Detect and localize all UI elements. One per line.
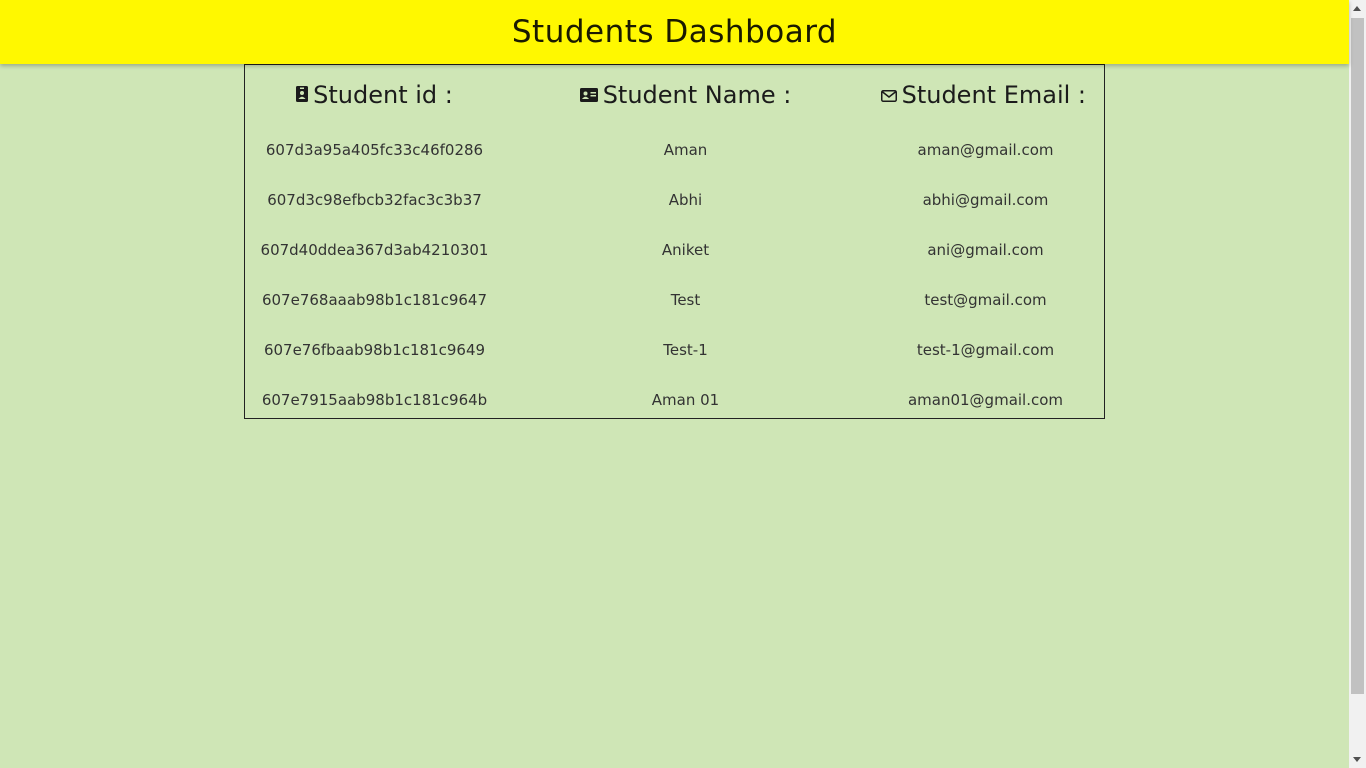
student-id-cell: 607e7915aab98b1c181c964b	[261, 391, 488, 409]
student-email-cell: abhi@gmail.com	[922, 191, 1049, 209]
table-row: 607d3a95a405fc33c46f0286 Aman aman@gmail…	[245, 125, 1104, 175]
page: Students Dashboard Student id : Student …	[0, 0, 1349, 768]
student-email-cell: aman@gmail.com	[917, 141, 1054, 159]
student-email-cell: ani@gmail.com	[927, 241, 1044, 259]
scroll-up-arrow-icon[interactable]	[1353, 6, 1361, 11]
student-id-cell: 607d40ddea367d3ab4210301	[260, 241, 489, 259]
column-header-label: Student id :	[313, 80, 453, 109]
student-name-cell: Abhi	[668, 191, 703, 209]
id-badge-icon	[296, 80, 309, 108]
table-row: 607d40ddea367d3ab4210301 Aniket ani@gmai…	[245, 225, 1104, 275]
students-table-container: Student id : Student Name : Student Emai…	[244, 64, 1105, 419]
vertical-scrollbar[interactable]	[1349, 0, 1366, 768]
student-name-cell: Test	[670, 291, 701, 309]
scroll-down-arrow-icon[interactable]	[1353, 757, 1361, 762]
student-name-cell: Test-1	[663, 341, 708, 359]
column-header-student-email: Student Email :	[867, 65, 1104, 125]
student-name-cell: Aman 01	[651, 391, 720, 409]
student-id-cell: 607e76fbaab98b1c181c9649	[263, 341, 486, 359]
column-header-student-name: Student Name :	[504, 65, 867, 125]
table-header-row: Student id : Student Name : Student Emai…	[245, 65, 1104, 125]
table-row: 607e7915aab98b1c181c964b Aman 01 aman01@…	[245, 375, 1104, 425]
table-row: 607e76fbaab98b1c181c9649 Test-1 test-1@g…	[245, 325, 1104, 375]
student-name-cell: Aniket	[661, 241, 710, 259]
student-id-cell: 607d3a95a405fc33c46f0286	[265, 141, 484, 159]
student-email-cell: test@gmail.com	[924, 291, 1047, 309]
student-id-cell: 607e768aaab98b1c181c9647	[261, 291, 488, 309]
column-header-label: Student Email :	[901, 80, 1086, 109]
page-title: Students Dashboard	[511, 14, 838, 50]
student-name-cell: Aman	[663, 141, 708, 159]
column-header-label: Student Name :	[602, 80, 792, 109]
students-table: Student id : Student Name : Student Emai…	[245, 65, 1104, 425]
table-row: 607d3c98efbcb32fac3c3b37 Abhi abhi@gmail…	[245, 175, 1104, 225]
student-email-cell: test-1@gmail.com	[916, 341, 1055, 359]
student-email-cell: aman01@gmail.com	[907, 391, 1064, 409]
header-bar: Students Dashboard	[0, 0, 1349, 64]
table-row: 607e768aaab98b1c181c9647 Test test@gmail…	[245, 275, 1104, 325]
envelope-icon	[880, 80, 897, 108]
student-id-cell: 607d3c98efbcb32fac3c3b37	[267, 191, 482, 209]
column-header-student-id: Student id :	[245, 65, 504, 125]
scrollbar-thumb[interactable]	[1351, 18, 1364, 694]
id-card-icon	[579, 80, 598, 108]
